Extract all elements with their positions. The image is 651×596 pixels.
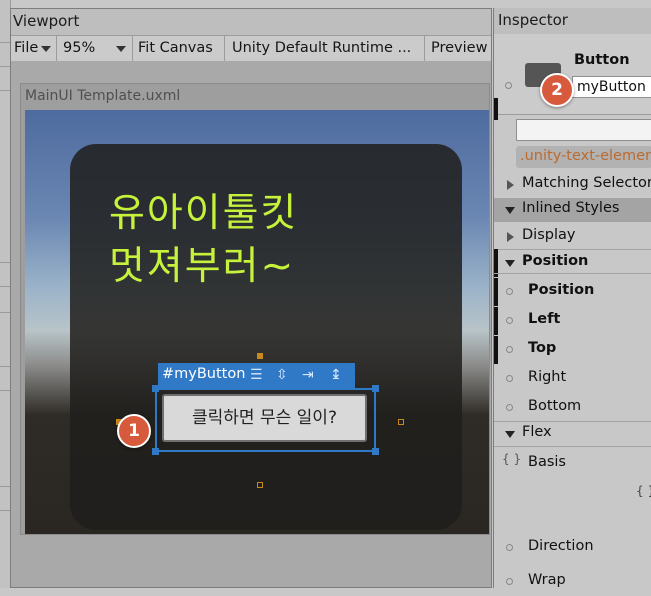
margin-handle-top[interactable]	[257, 353, 263, 359]
theme-dropdown[interactable]: Unity Default Runtime ...	[225, 36, 425, 61]
stretch-vertical-icon[interactable]: ↨	[330, 367, 342, 383]
align-middle-icon[interactable]: ⇳	[276, 367, 288, 383]
chevron-down-icon	[41, 46, 51, 52]
override-indicator-icon	[506, 375, 513, 382]
chevron-right-icon	[507, 180, 514, 190]
override-indicator-icon	[506, 578, 513, 585]
left-property[interactable]: Left	[494, 307, 651, 335]
stretch-horizontal-icon[interactable]: ⇥	[302, 367, 314, 383]
bottom-property-label: Bottom	[528, 398, 582, 414]
viewport-toolbar: File 95% Fit Canvas Unity Default Runtim…	[11, 35, 491, 62]
left-property-label: Left	[528, 311, 561, 327]
position-property[interactable]: Position	[494, 278, 651, 306]
file-menu[interactable]: File	[11, 36, 57, 61]
align-center-icon[interactable]: ☰	[250, 367, 263, 383]
viewport-title: Viewport	[13, 12, 80, 30]
override-bar	[494, 307, 498, 335]
my-button[interactable]: 클릭하면 무슨 일이?	[162, 394, 367, 442]
resize-handle-bottom-right[interactable]	[372, 448, 379, 455]
right-property-label: Right	[528, 369, 567, 385]
zoom-dropdown[interactable]: 95%	[57, 36, 133, 61]
override-bar	[494, 98, 498, 120]
theme-label: Unity Default Runtime ...	[232, 40, 412, 56]
divider	[494, 446, 651, 447]
headline-line-2: 멋져부러~	[109, 244, 296, 289]
preview-toggle[interactable]: Preview	[425, 36, 491, 61]
element-name-field[interactable]: myButton	[572, 76, 651, 98]
divider	[494, 273, 651, 274]
template-title: MainUI Template.uxml	[25, 88, 181, 104]
position-property-label: Position	[528, 282, 595, 298]
override-indicator-icon	[505, 82, 512, 89]
chevron-down-icon	[505, 431, 515, 438]
override-indicator-icon	[506, 544, 513, 551]
preview-label: Preview	[431, 40, 488, 56]
top-property[interactable]: Top	[494, 336, 651, 364]
basis-property-label: Basis	[528, 454, 566, 470]
display-label: Display	[522, 227, 576, 243]
class-name-input[interactable]	[516, 119, 651, 141]
wrap-property[interactable]: Wrap	[494, 568, 651, 596]
wrap-property-label: Wrap	[528, 572, 566, 588]
override-indicator-icon	[506, 346, 513, 353]
override-bar	[494, 336, 498, 364]
selection-toolbar: #myButton ☰ ⇳ ⇥ ↨	[158, 363, 355, 389]
override-indicator-icon	[506, 317, 513, 324]
inspector-header: Inspector	[494, 8, 651, 34]
inlined-styles-foldout[interactable]: Inlined Styles	[494, 198, 651, 222]
callout-badge-1: 1	[117, 414, 151, 448]
basis-value-icon[interactable]: { }	[636, 484, 651, 498]
template-frame: MainUI Template.uxml 유아이툴킷 멋져부러~ #myButt…	[20, 83, 490, 535]
basis-property[interactable]: { } Basis { }	[494, 450, 651, 520]
my-button-label: 클릭하면 무슨 일이?	[192, 408, 337, 428]
override-indicator-icon	[506, 288, 513, 295]
inlined-styles-label: Inlined Styles	[522, 200, 620, 216]
flex-label: Flex	[522, 424, 552, 440]
override-bar	[494, 278, 498, 306]
chevron-down-icon	[505, 260, 515, 267]
resize-handle-top-left[interactable]	[152, 385, 159, 392]
viewport-header: Viewport	[11, 9, 491, 35]
matching-selectors-label: Matching Selectors	[522, 175, 651, 191]
margin-handle-right[interactable]	[398, 419, 404, 425]
canvas-background: 유아이툴킷 멋져부러~ #myButton ☰ ⇳ ⇥ ↨ 클릭하면 무슨 일이…	[25, 110, 489, 534]
chevron-down-icon	[505, 207, 515, 214]
display-foldout[interactable]: Display	[494, 223, 651, 251]
matching-selectors-foldout[interactable]: Matching Selectors	[494, 171, 651, 199]
callout-badge-2: 2	[540, 73, 574, 107]
direction-property-label: Direction	[528, 538, 594, 554]
element-header: Button myButton	[494, 34, 651, 120]
chevron-right-icon	[507, 232, 514, 242]
top-property-label: Top	[528, 340, 557, 356]
file-menu-label: File	[14, 40, 39, 56]
override-indicator-icon	[506, 404, 513, 411]
position-section-label: Position	[522, 253, 589, 269]
chevron-down-icon	[116, 46, 126, 52]
direction-property[interactable]: Direction	[494, 534, 651, 562]
fit-canvas-label: Fit Canvas	[138, 40, 213, 56]
selection-name: #myButton	[162, 366, 246, 382]
margin-handle-bottom[interactable]	[257, 482, 263, 488]
style-class-pill[interactable]: .unity-text-element	[516, 146, 651, 168]
headline-label[interactable]: 유아이툴킷 멋져부러~	[109, 187, 409, 293]
fit-canvas-button[interactable]: Fit Canvas	[133, 36, 225, 61]
inspector-title: Inspector	[498, 11, 568, 29]
element-type-label: Button	[574, 52, 630, 68]
zoom-value: 95%	[63, 40, 96, 56]
bottom-property[interactable]: Bottom	[494, 394, 651, 422]
viewport-panel: Viewport File 95% Fit Canvas Unity Defau…	[10, 8, 492, 588]
style-class-label: .unity-text-element	[520, 148, 651, 164]
variable-binding-icon: { }	[502, 452, 522, 466]
resize-handle-top-right[interactable]	[372, 385, 379, 392]
flex-foldout[interactable]: Flex	[494, 420, 651, 448]
right-property[interactable]: Right	[494, 365, 651, 393]
resize-handle-bottom-left[interactable]	[152, 448, 159, 455]
headline-line-1: 유아이툴킷	[109, 191, 299, 236]
